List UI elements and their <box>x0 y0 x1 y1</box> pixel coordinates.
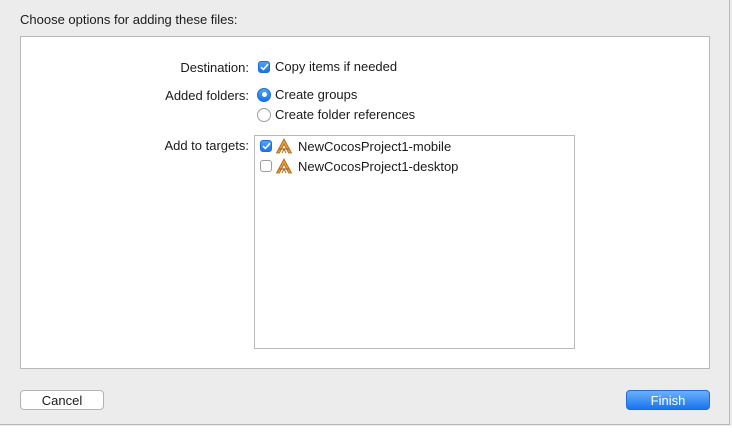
finish-button[interactable]: Finish <box>626 390 710 410</box>
target-name: NewCocosProject1-mobile <box>298 138 452 154</box>
add-to-targets-label: Add to targets: <box>164 138 249 153</box>
targets-list[interactable]: NewCocosProject1-mobile NewCocosProject1… <box>254 135 575 349</box>
radio-selected-icon <box>257 87 271 102</box>
background-editor-strip <box>0 426 732 433</box>
radio-unselected-icon <box>257 107 271 122</box>
create-folder-references-radio[interactable]: Create folder references <box>257 107 415 122</box>
copy-items-label: Copy items if needed <box>275 59 398 74</box>
xcode-app-target-icon <box>275 138 293 154</box>
checkbox-checked-icon[interactable] <box>260 140 272 152</box>
add-files-sheet: Choose options for adding these files: D… <box>0 0 730 425</box>
create-groups-radio[interactable]: Create groups <box>257 87 357 102</box>
destination-label: Destination: <box>180 60 249 75</box>
added-folders-label: Added folders: <box>165 88 249 103</box>
options-panel: Destination: Copy items if needed Added … <box>20 36 710 369</box>
dialog-heading: Choose options for adding these files: <box>20 12 238 27</box>
checkbox-checked-icon <box>258 60 270 73</box>
target-name: NewCocosProject1-desktop <box>298 158 459 174</box>
xcode-app-target-icon <box>275 158 293 174</box>
checkbox-unchecked-icon[interactable] <box>260 160 272 172</box>
create-groups-label: Create groups <box>275 87 358 102</box>
target-item-desktop[interactable]: NewCocosProject1-desktop <box>260 158 458 174</box>
target-item-mobile[interactable]: NewCocosProject1-mobile <box>260 138 451 154</box>
copy-items-checkbox[interactable]: Copy items if needed <box>258 59 397 74</box>
cancel-button[interactable]: Cancel <box>20 390 104 410</box>
create-folder-references-label: Create folder references <box>275 107 416 122</box>
